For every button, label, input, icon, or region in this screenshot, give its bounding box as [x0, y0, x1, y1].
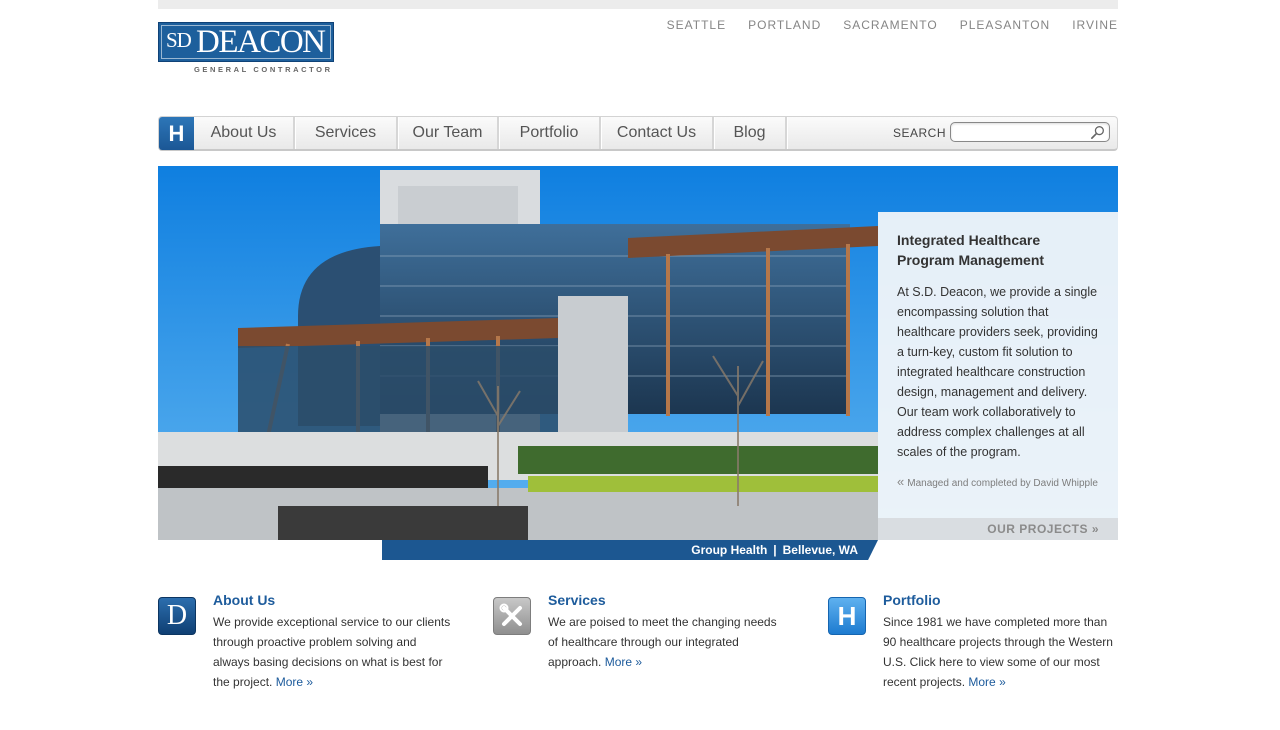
deacon-d-icon: D	[158, 597, 196, 635]
our-projects-link[interactable]: OUR PROJECTS »	[878, 518, 1118, 540]
city-link-sacramento[interactable]: SACRAMENTO	[843, 18, 937, 32]
nav-about-us[interactable]: About Us	[194, 117, 295, 149]
more-link-portfolio[interactable]: More »	[968, 675, 1005, 689]
nav-our-team[interactable]: Our Team	[398, 117, 499, 149]
feature-body: We are poised to meet the changing needs…	[548, 615, 777, 669]
feature-title-portfolio[interactable]: Portfolio	[883, 592, 941, 608]
city-link-portland[interactable]: PORTLAND	[748, 18, 821, 32]
feature-title-services[interactable]: Services	[548, 592, 606, 608]
feature-title-about-us[interactable]: About Us	[213, 592, 275, 608]
hero-description: At S.D. Deacon, we provide a single enco…	[897, 285, 1098, 459]
healthcare-h-icon: H	[828, 597, 866, 635]
city-link-seattle[interactable]: SEATTLE	[667, 18, 726, 32]
hero-title: Integrated Healthcare Program Management	[897, 232, 1045, 268]
city-link-pleasanton[interactable]: PLEASANTON	[960, 18, 1050, 32]
wrench-screwdriver-icon	[499, 603, 522, 626]
feature-text-services: We are poised to meet the changing needs…	[548, 612, 788, 672]
magnifier-icon[interactable]	[1090, 125, 1105, 140]
nav-items: About Us Services Our Team Portfolio Con…	[194, 117, 787, 149]
search-label: SEARCH	[893, 126, 947, 140]
city-link-irvine[interactable]: IRVINE	[1072, 18, 1118, 32]
hero-banner: Integrated Healthcare Program Management…	[158, 166, 1118, 540]
hero-credit: «Managed and completed by David Whipple	[897, 474, 1098, 489]
search-box	[950, 122, 1110, 142]
caption-location: Bellevue, WA	[782, 543, 858, 557]
logo-tagline: GENERAL CONTRACTOR	[194, 65, 333, 74]
more-link-about-us[interactable]: More »	[276, 675, 313, 689]
caption-project: Group Health	[691, 543, 768, 557]
feature-text-about-us: We provide exceptional service to our cl…	[213, 612, 453, 692]
main-nav: H About Us Services Our Team Portfolio C…	[158, 116, 1118, 151]
nav-portfolio[interactable]: Portfolio	[499, 117, 601, 149]
top-strip	[158, 0, 1118, 9]
logo-name-text: DEACON	[196, 24, 326, 60]
search-input[interactable]	[957, 123, 1087, 141]
logo-box: SD DEACON	[158, 22, 334, 62]
hero-info-panel: Integrated Healthcare Program Management…	[878, 212, 1118, 540]
nav-contact-us[interactable]: Contact Us	[601, 117, 714, 149]
home-h-icon[interactable]: H	[159, 117, 194, 150]
caption-separator: |	[773, 543, 777, 557]
logo-sd-text: SD	[166, 28, 192, 52]
hero-credit-text: Managed and completed by David Whipple	[907, 478, 1098, 489]
credit-quote-icon: «	[897, 474, 905, 489]
hero-caption-bar: Group Health | Bellevue, WA	[382, 540, 878, 560]
more-link-services[interactable]: More »	[605, 655, 642, 669]
feature-text-portfolio: Since 1981 we have completed more than 9…	[883, 612, 1119, 692]
nav-services[interactable]: Services	[295, 117, 398, 149]
tools-icon	[493, 597, 531, 635]
city-links: SEATTLE PORTLAND SACRAMENTO PLEASANTON I…	[667, 18, 1118, 32]
sd-deacon-logo[interactable]: SD DEACON GENERAL CONTRACTOR	[158, 22, 334, 74]
nav-blog[interactable]: Blog	[714, 117, 787, 149]
feature-body: We provide exceptional service to our cl…	[213, 615, 451, 689]
